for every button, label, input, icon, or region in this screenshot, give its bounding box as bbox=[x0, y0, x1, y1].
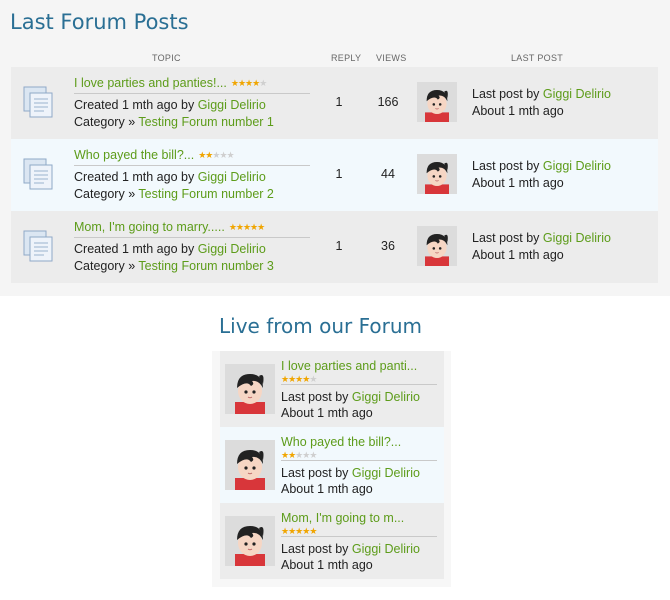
last-post-line: Last post by Giggi Delirio bbox=[281, 390, 420, 404]
column-header-topic: TOPIC bbox=[152, 53, 181, 63]
table-row: Mom, I'm going to marry..... ★★★★★ Create… bbox=[11, 211, 658, 283]
created-line: Created 1 mth ago by Giggi Delirio bbox=[74, 170, 266, 184]
user-avatar-icon[interactable] bbox=[225, 440, 275, 490]
last-post-line: Last post by Giggi Delirio bbox=[281, 466, 420, 480]
last-post-author-link[interactable]: Giggi Delirio bbox=[352, 390, 420, 404]
last-post-author-link[interactable]: Giggi Delirio bbox=[352, 542, 420, 556]
author-link[interactable]: Giggi Delirio bbox=[198, 170, 266, 184]
column-header-views: VIEWS bbox=[376, 53, 407, 63]
user-avatar-icon[interactable] bbox=[417, 82, 457, 122]
divider bbox=[281, 536, 437, 537]
column-header-last-post: LAST POST bbox=[511, 53, 564, 63]
reply-count: 1 bbox=[335, 167, 343, 181]
last-post-line: Last post by Giggi Delirio bbox=[281, 542, 420, 556]
live-forum-widget: I love parties and panti... ★★★★★ Last p… bbox=[212, 351, 451, 587]
last-post-author-link[interactable]: Giggi Delirio bbox=[543, 87, 611, 101]
document-stack-icon bbox=[23, 158, 53, 190]
star-icon: ★ bbox=[226, 150, 235, 160]
list-item: I love parties and panti... ★★★★★ Last p… bbox=[220, 351, 444, 427]
last-post-label: Last post by bbox=[472, 159, 543, 173]
user-avatar-icon[interactable] bbox=[225, 516, 275, 566]
topic-link[interactable]: Who payed the bill?... bbox=[281, 435, 401, 449]
user-avatar-icon[interactable] bbox=[417, 154, 457, 194]
last-post-label: Last post by bbox=[472, 231, 543, 245]
category-link[interactable]: Testing Forum number 2 bbox=[138, 187, 273, 201]
table-row: I love parties and panties!... ★★★★★ Crea… bbox=[11, 67, 658, 139]
star-icon: ★ bbox=[237, 78, 246, 88]
category-label: Category » bbox=[74, 115, 139, 129]
reply-count: 1 bbox=[335, 95, 343, 109]
divider bbox=[281, 384, 437, 385]
last-post-time: About 1 mth ago bbox=[281, 406, 373, 420]
document-stack-icon bbox=[23, 230, 53, 262]
last-post-label: Last post by bbox=[281, 466, 352, 480]
star-icon: ★ bbox=[259, 78, 267, 88]
category-line: Category » Testing Forum number 3 bbox=[74, 259, 274, 273]
topic-link[interactable]: I love parties and panties!... bbox=[74, 76, 227, 90]
last-post-line: Last post by Giggi Delirio bbox=[472, 87, 611, 101]
user-avatar-icon[interactable] bbox=[225, 364, 275, 414]
views-count: 36 bbox=[381, 239, 395, 253]
divider bbox=[74, 237, 310, 238]
user-avatar-icon[interactable] bbox=[417, 226, 457, 266]
star-icon: ★ bbox=[309, 526, 317, 536]
last-post-author-link[interactable]: Giggi Delirio bbox=[543, 231, 611, 245]
last-posts-title: Last Forum Posts bbox=[10, 10, 189, 34]
star-icon: ★ bbox=[219, 150, 227, 160]
star-icon: ★ bbox=[228, 222, 237, 232]
category-label: Category » bbox=[74, 187, 139, 201]
created-label: Created 1 mth ago by bbox=[74, 98, 198, 112]
category-link[interactable]: Testing Forum number 3 bbox=[138, 259, 273, 273]
star-icon: ★ bbox=[230, 78, 239, 88]
star-icon: ★ bbox=[309, 374, 317, 384]
column-header-reply: REPLY bbox=[331, 53, 362, 63]
last-post-time: About 1 mth ago bbox=[281, 558, 373, 572]
topic-link[interactable]: Mom, I'm going to m... bbox=[281, 511, 404, 525]
reply-count: 1 bbox=[335, 239, 343, 253]
table-row: Who payed the bill?... ★★★★★ Created 1 mt… bbox=[11, 139, 658, 211]
rating-stars: ★★★★★ bbox=[198, 150, 235, 161]
created-line: Created 1 mth ago by Giggi Delirio bbox=[74, 98, 266, 112]
star-icon: ★ bbox=[235, 222, 244, 232]
list-item: Mom, I'm going to m... ★★★★★ Last post b… bbox=[220, 503, 444, 579]
divider bbox=[281, 460, 437, 461]
author-link[interactable]: Giggi Delirio bbox=[198, 242, 266, 256]
list-item: Who payed the bill?... ★★★★★ Last post b… bbox=[220, 427, 444, 503]
last-post-label: Last post by bbox=[281, 542, 352, 556]
topic-link[interactable]: Mom, I'm going to marry..... bbox=[74, 220, 225, 234]
posts-table: I love parties and panties!... ★★★★★ Crea… bbox=[11, 67, 658, 283]
category-label: Category » bbox=[74, 259, 139, 273]
created-label: Created 1 mth ago by bbox=[74, 242, 198, 256]
last-post-time: About 1 mth ago bbox=[472, 176, 564, 190]
rating-stars: ★★★★★ bbox=[228, 222, 265, 233]
category-link[interactable]: Testing Forum number 1 bbox=[138, 115, 273, 129]
last-post-label: Last post by bbox=[281, 390, 352, 404]
views-count: 166 bbox=[377, 95, 399, 109]
last-post-line: Last post by Giggi Delirio bbox=[472, 159, 611, 173]
views-count: 44 bbox=[381, 167, 395, 181]
star-icon: ★ bbox=[257, 222, 265, 232]
last-post-author-link[interactable]: Giggi Delirio bbox=[352, 466, 420, 480]
live-forum-title: Live from our Forum bbox=[219, 314, 422, 338]
last-post-time: About 1 mth ago bbox=[472, 104, 564, 118]
last-post-time: About 1 mth ago bbox=[472, 248, 564, 262]
last-post-time: About 1 mth ago bbox=[281, 482, 373, 496]
star-icon: ★ bbox=[242, 222, 251, 232]
star-icon: ★ bbox=[309, 450, 317, 460]
last-post-label: Last post by bbox=[472, 87, 543, 101]
last-posts-panel: Last Forum Posts TOPIC REPLY VIEWS LAST … bbox=[0, 0, 670, 296]
divider bbox=[74, 93, 310, 94]
divider bbox=[74, 165, 310, 166]
created-label: Created 1 mth ago by bbox=[74, 170, 198, 184]
last-post-line: Last post by Giggi Delirio bbox=[472, 231, 611, 245]
rating-stars: ★★★★★ bbox=[230, 78, 267, 89]
created-line: Created 1 mth ago by Giggi Delirio bbox=[74, 242, 266, 256]
category-line: Category » Testing Forum number 2 bbox=[74, 187, 274, 201]
author-link[interactable]: Giggi Delirio bbox=[198, 98, 266, 112]
topic-link[interactable]: Who payed the bill?... bbox=[74, 148, 194, 162]
category-line: Category » Testing Forum number 1 bbox=[74, 115, 274, 129]
document-stack-icon bbox=[23, 86, 53, 118]
topic-link[interactable]: I love parties and panti... bbox=[281, 359, 417, 373]
last-post-author-link[interactable]: Giggi Delirio bbox=[543, 159, 611, 173]
